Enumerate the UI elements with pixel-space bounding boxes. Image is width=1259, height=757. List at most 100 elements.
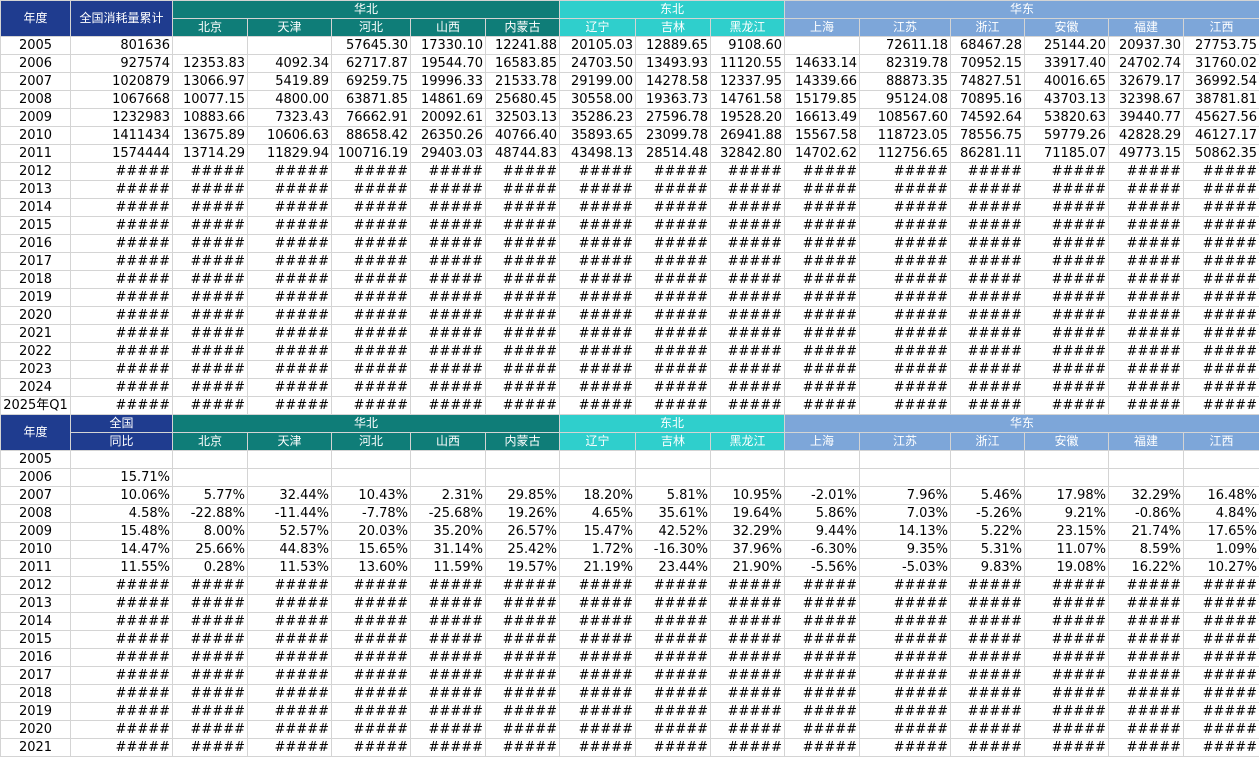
- data-cell[interactable]: 11.07%: [1025, 541, 1109, 559]
- data-cell[interactable]: #####: [248, 649, 332, 667]
- year-cell[interactable]: 2020: [1, 721, 71, 739]
- data-cell[interactable]: 24703.50: [560, 55, 636, 73]
- data-cell[interactable]: #####: [1184, 721, 1259, 739]
- data-cell[interactable]: [785, 451, 860, 469]
- data-cell[interactable]: #####: [951, 703, 1025, 721]
- data-cell[interactable]: #####: [951, 397, 1025, 415]
- data-cell[interactable]: #####: [248, 721, 332, 739]
- data-cell[interactable]: #####: [486, 163, 560, 181]
- data-cell[interactable]: -22.88%: [173, 505, 248, 523]
- data-cell[interactable]: #####: [248, 217, 332, 235]
- data-cell[interactable]: #####: [560, 235, 636, 253]
- data-cell[interactable]: #####: [173, 397, 248, 415]
- data-cell[interactable]: #####: [1109, 685, 1184, 703]
- data-cell[interactable]: 88658.42: [332, 127, 411, 145]
- year-cell[interactable]: 2006: [1, 55, 71, 73]
- data-cell[interactable]: 68467.28: [951, 37, 1025, 55]
- data-cell[interactable]: [411, 469, 486, 487]
- data-cell[interactable]: #####: [411, 397, 486, 415]
- data-cell[interactable]: #####: [173, 235, 248, 253]
- data-cell[interactable]: 23099.78: [636, 127, 711, 145]
- data-cell[interactable]: 15.65%: [332, 541, 411, 559]
- data-cell[interactable]: #####: [1025, 595, 1109, 613]
- data-cell[interactable]: #####: [332, 577, 411, 595]
- data-cell[interactable]: #####: [636, 721, 711, 739]
- year-cell[interactable]: 2014: [1, 613, 71, 631]
- data-cell[interactable]: #####: [1025, 271, 1109, 289]
- data-cell[interactable]: [332, 451, 411, 469]
- data-cell[interactable]: #####: [560, 379, 636, 397]
- data-cell[interactable]: 16.48%: [1184, 487, 1259, 505]
- data-cell[interactable]: #####: [636, 649, 711, 667]
- data-cell[interactable]: #####: [860, 397, 951, 415]
- data-cell[interactable]: #####: [1184, 685, 1259, 703]
- data-cell[interactable]: 50862.35: [1184, 145, 1259, 163]
- year-cell[interactable]: 2011: [1, 559, 71, 577]
- data-cell[interactable]: 14278.58: [636, 73, 711, 91]
- data-cell[interactable]: #####: [860, 199, 951, 217]
- data-cell[interactable]: 37.96%: [711, 541, 785, 559]
- data-cell[interactable]: -5.56%: [785, 559, 860, 577]
- data-cell[interactable]: 31760.02: [1184, 55, 1259, 73]
- data-cell[interactable]: 801636: [71, 37, 173, 55]
- data-cell[interactable]: #####: [560, 199, 636, 217]
- data-cell[interactable]: #####: [711, 703, 785, 721]
- data-cell[interactable]: 49773.15: [1109, 145, 1184, 163]
- data-cell[interactable]: #####: [486, 667, 560, 685]
- data-cell[interactable]: #####: [1184, 271, 1259, 289]
- data-cell[interactable]: #####: [1184, 181, 1259, 199]
- data-cell[interactable]: #####: [173, 307, 248, 325]
- data-cell[interactable]: #####: [71, 361, 173, 379]
- data-cell[interactable]: 19.26%: [486, 505, 560, 523]
- data-cell[interactable]: #####: [1184, 595, 1259, 613]
- data-cell[interactable]: #####: [785, 235, 860, 253]
- data-cell[interactable]: [411, 451, 486, 469]
- data-cell[interactable]: 11120.55: [711, 55, 785, 73]
- data-cell[interactable]: #####: [1109, 613, 1184, 631]
- data-cell[interactable]: #####: [71, 685, 173, 703]
- data-cell[interactable]: 20105.03: [560, 37, 636, 55]
- data-cell[interactable]: 19.08%: [1025, 559, 1109, 577]
- data-cell[interactable]: #####: [332, 739, 411, 757]
- data-cell[interactable]: 24702.74: [1109, 55, 1184, 73]
- data-cell[interactable]: 8.59%: [1109, 541, 1184, 559]
- data-cell[interactable]: #####: [486, 325, 560, 343]
- data-cell[interactable]: #####: [248, 595, 332, 613]
- data-cell[interactable]: #####: [332, 667, 411, 685]
- data-cell[interactable]: 5.46%: [951, 487, 1025, 505]
- data-cell[interactable]: 70952.15: [951, 55, 1025, 73]
- data-cell[interactable]: 95124.08: [860, 91, 951, 109]
- data-cell[interactable]: #####: [1109, 271, 1184, 289]
- data-cell[interactable]: 118723.05: [860, 127, 951, 145]
- year-cell[interactable]: 2015: [1, 217, 71, 235]
- data-cell[interactable]: #####: [71, 163, 173, 181]
- data-cell[interactable]: #####: [951, 307, 1025, 325]
- data-cell[interactable]: #####: [1184, 361, 1259, 379]
- data-cell[interactable]: #####: [173, 631, 248, 649]
- data-cell[interactable]: 1.09%: [1184, 541, 1259, 559]
- data-cell[interactable]: #####: [860, 595, 951, 613]
- data-cell[interactable]: 45627.56: [1184, 109, 1259, 127]
- data-cell[interactable]: #####: [785, 631, 860, 649]
- data-cell[interactable]: #####: [332, 235, 411, 253]
- data-cell[interactable]: #####: [860, 235, 951, 253]
- data-cell[interactable]: #####: [1109, 163, 1184, 181]
- data-cell[interactable]: #####: [785, 271, 860, 289]
- data-cell[interactable]: 5419.89: [248, 73, 332, 91]
- data-cell[interactable]: [1184, 451, 1259, 469]
- data-cell[interactable]: #####: [1025, 235, 1109, 253]
- data-cell[interactable]: #####: [1109, 649, 1184, 667]
- data-cell[interactable]: 4.65%: [560, 505, 636, 523]
- data-cell[interactable]: #####: [411, 325, 486, 343]
- data-cell[interactable]: #####: [332, 685, 411, 703]
- data-cell[interactable]: #####: [785, 397, 860, 415]
- data-cell[interactable]: #####: [951, 361, 1025, 379]
- data-cell[interactable]: 9108.60: [711, 37, 785, 55]
- data-cell[interactable]: #####: [332, 307, 411, 325]
- data-cell[interactable]: 53820.63: [1025, 109, 1109, 127]
- data-cell[interactable]: #####: [951, 685, 1025, 703]
- data-cell[interactable]: 76662.91: [332, 109, 411, 127]
- data-cell[interactable]: #####: [1025, 631, 1109, 649]
- data-cell[interactable]: #####: [951, 739, 1025, 757]
- data-cell[interactable]: #####: [785, 181, 860, 199]
